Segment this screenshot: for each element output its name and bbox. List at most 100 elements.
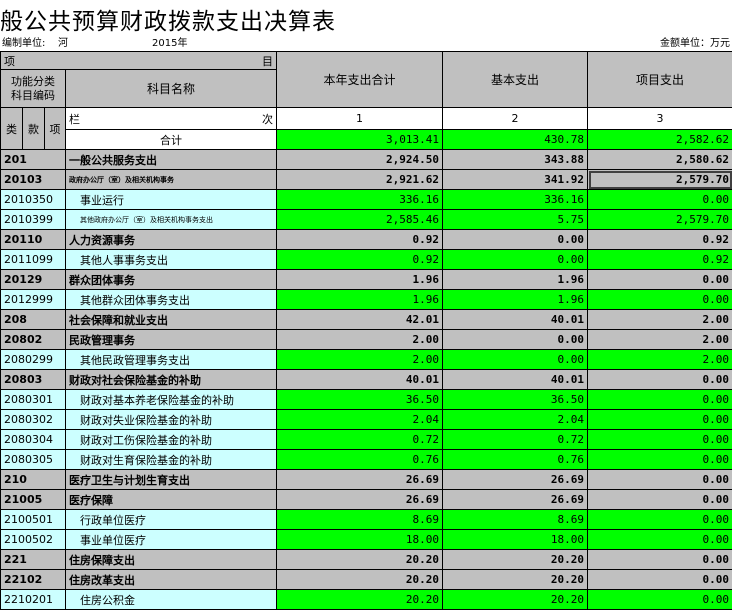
amount-basic[interactable]: 1.96 bbox=[442, 289, 588, 310]
amount-project[interactable]: 0.00 bbox=[587, 469, 732, 490]
header-basic[interactable]: 基本支出 bbox=[442, 51, 588, 108]
total-basic[interactable]: 430.78 bbox=[442, 129, 588, 150]
header-func-code[interactable]: 功能分类 科目编码 bbox=[0, 69, 66, 108]
amount-project[interactable]: 2.00 bbox=[587, 329, 732, 350]
amount-basic[interactable]: 2.04 bbox=[442, 409, 588, 430]
amount-project[interactable]: 0.00 bbox=[587, 429, 732, 450]
amount-total[interactable]: 0.76 bbox=[276, 449, 443, 470]
amount-project[interactable]: 0.00 bbox=[587, 449, 732, 470]
total-amount[interactable]: 3,013.41 bbox=[276, 129, 443, 150]
subject-name[interactable]: 事业单位医疗 bbox=[65, 529, 277, 550]
header-total[interactable]: 本年支出合计 bbox=[276, 51, 443, 108]
amount-basic[interactable]: 5.75 bbox=[442, 209, 588, 230]
amount-basic[interactable]: 0.00 bbox=[442, 249, 588, 270]
header-lan-ci[interactable]: 栏 次 bbox=[65, 107, 277, 130]
amount-total[interactable]: 0.72 bbox=[276, 429, 443, 450]
subject-name[interactable]: 一般公共服务支出 bbox=[65, 149, 277, 170]
amount-basic[interactable]: 0.00 bbox=[442, 329, 588, 350]
subject-name[interactable]: 财政对基本养老保险基金的补助 bbox=[65, 389, 277, 410]
header-subject-name[interactable]: 科目名称 bbox=[65, 69, 277, 108]
amount-total[interactable]: 40.01 bbox=[276, 369, 443, 390]
amount-total[interactable]: 2.00 bbox=[276, 349, 443, 370]
subject-code[interactable]: 2080299 bbox=[0, 349, 66, 370]
amount-basic[interactable]: 40.01 bbox=[442, 309, 588, 330]
header-index-3[interactable]: 3 bbox=[587, 107, 732, 130]
subject-name[interactable]: 政府办公厅（室）及相关机构事务 bbox=[65, 169, 277, 190]
subject-code[interactable]: 2080301 bbox=[0, 389, 66, 410]
subject-code[interactable]: 2100501 bbox=[0, 509, 66, 530]
amount-basic[interactable]: 1.96 bbox=[442, 269, 588, 290]
subject-name[interactable]: 住房改革支出 bbox=[65, 569, 277, 590]
total-label[interactable]: 合计 bbox=[65, 129, 277, 150]
subject-name[interactable]: 财政对社会保险基金的补助 bbox=[65, 369, 277, 390]
amount-total[interactable]: 26.69 bbox=[276, 489, 443, 510]
amount-basic[interactable]: 20.20 bbox=[442, 549, 588, 570]
amount-basic[interactable]: 26.69 bbox=[442, 469, 588, 490]
amount-total[interactable]: 20.20 bbox=[276, 549, 443, 570]
subject-code[interactable]: 2010399 bbox=[0, 209, 66, 230]
subject-code[interactable]: 20802 bbox=[0, 329, 66, 350]
amount-basic[interactable]: 20.20 bbox=[442, 569, 588, 590]
subject-code[interactable]: 2080304 bbox=[0, 429, 66, 450]
amount-basic[interactable]: 8.69 bbox=[442, 509, 588, 530]
header-project[interactable]: 项目支出 bbox=[587, 51, 732, 108]
subject-name[interactable]: 人力资源事务 bbox=[65, 229, 277, 250]
amount-total[interactable]: 0.92 bbox=[276, 249, 443, 270]
amount-total[interactable]: 2.04 bbox=[276, 409, 443, 430]
subject-name[interactable]: 社会保障和就业支出 bbox=[65, 309, 277, 330]
header-xiang2[interactable]: 项 bbox=[44, 107, 66, 150]
amount-basic[interactable]: 336.16 bbox=[442, 189, 588, 210]
subject-code[interactable]: 2080305 bbox=[0, 449, 66, 470]
amount-project[interactable]: 0.00 bbox=[587, 189, 732, 210]
subject-code[interactable]: 20129 bbox=[0, 269, 66, 290]
amount-total[interactable]: 0.92 bbox=[276, 229, 443, 250]
amount-project[interactable]: 0.00 bbox=[587, 289, 732, 310]
amount-total[interactable]: 2,585.46 bbox=[276, 209, 443, 230]
amount-total[interactable]: 336.16 bbox=[276, 189, 443, 210]
subject-code[interactable]: 2012999 bbox=[0, 289, 66, 310]
amount-project[interactable]: 0.00 bbox=[587, 489, 732, 510]
amount-basic[interactable]: 0.72 bbox=[442, 429, 588, 450]
total-project[interactable]: 2,582.62 bbox=[587, 129, 732, 150]
subject-code[interactable]: 22102 bbox=[0, 569, 66, 590]
subject-code[interactable]: 201 bbox=[0, 149, 66, 170]
amount-project[interactable]: 2.00 bbox=[587, 309, 732, 330]
subject-name[interactable]: 住房保障支出 bbox=[65, 549, 277, 570]
amount-total[interactable]: 2,924.50 bbox=[276, 149, 443, 170]
amount-project[interactable]: 0.00 bbox=[587, 569, 732, 590]
subject-code[interactable]: 20103 bbox=[0, 169, 66, 190]
amount-total[interactable]: 2,921.62 bbox=[276, 169, 443, 190]
amount-basic[interactable]: 0.00 bbox=[442, 349, 588, 370]
amount-project[interactable]: 0.00 bbox=[587, 589, 732, 610]
subject-code[interactable]: 2080302 bbox=[0, 409, 66, 430]
header-xiang-mu[interactable]: 项 目 bbox=[0, 51, 277, 70]
header-index-2[interactable]: 2 bbox=[442, 107, 588, 130]
amount-project[interactable]: 2.00 bbox=[587, 349, 732, 370]
amount-project[interactable]: 2,580.62 bbox=[587, 149, 732, 170]
subject-code[interactable]: 2210201 bbox=[0, 589, 66, 610]
subject-name[interactable]: 财政对生育保险基金的补助 bbox=[65, 449, 277, 470]
subject-code[interactable]: 20803 bbox=[0, 369, 66, 390]
amount-total[interactable]: 2.00 bbox=[276, 329, 443, 350]
amount-total[interactable]: 20.20 bbox=[276, 569, 443, 590]
subject-code[interactable]: 21005 bbox=[0, 489, 66, 510]
amount-basic[interactable]: 36.50 bbox=[442, 389, 588, 410]
subject-name[interactable]: 财政对工伤保险基金的补助 bbox=[65, 429, 277, 450]
amount-total[interactable]: 8.69 bbox=[276, 509, 443, 530]
subject-name[interactable]: 行政单位医疗 bbox=[65, 509, 277, 530]
subject-name[interactable]: 其他民政管理事务支出 bbox=[65, 349, 277, 370]
amount-basic[interactable]: 40.01 bbox=[442, 369, 588, 390]
subject-name[interactable]: 住房公积金 bbox=[65, 589, 277, 610]
amount-basic[interactable]: 18.00 bbox=[442, 529, 588, 550]
amount-basic[interactable]: 0.76 bbox=[442, 449, 588, 470]
amount-total[interactable]: 1.96 bbox=[276, 289, 443, 310]
amount-total[interactable]: 26.69 bbox=[276, 469, 443, 490]
subject-code[interactable]: 2011099 bbox=[0, 249, 66, 270]
amount-total[interactable]: 18.00 bbox=[276, 529, 443, 550]
header-lei[interactable]: 类 bbox=[0, 107, 23, 150]
subject-code[interactable]: 20110 bbox=[0, 229, 66, 250]
amount-project[interactable]: 0.00 bbox=[587, 389, 732, 410]
subject-code[interactable]: 2010350 bbox=[0, 189, 66, 210]
subject-name[interactable]: 其他政府办公厅（室）及相关机构事务支出 bbox=[65, 209, 277, 230]
amount-total[interactable]: 20.20 bbox=[276, 589, 443, 610]
